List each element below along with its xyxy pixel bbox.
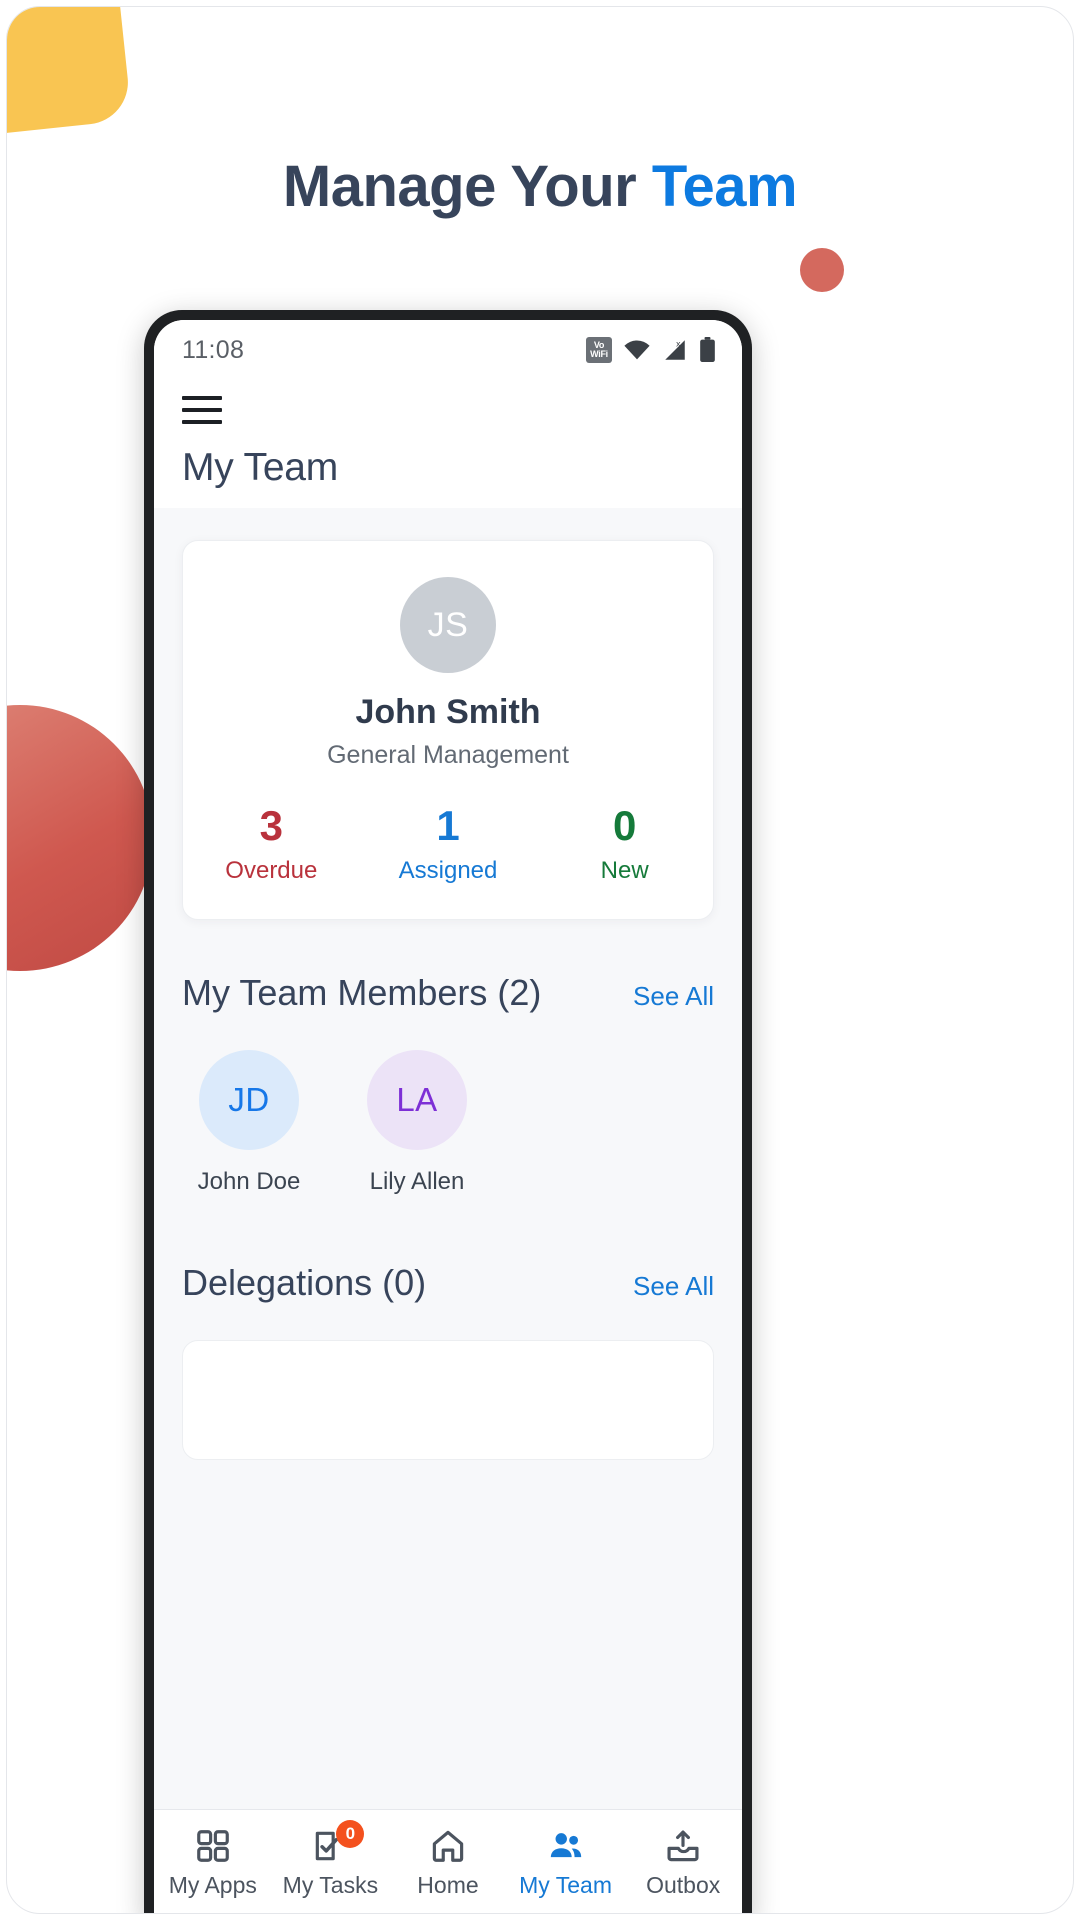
hamburger-line-3: [182, 420, 222, 424]
page-title: Manage Your Team: [7, 153, 1073, 220]
yellow-blob-decoration: [7, 7, 133, 138]
hamburger-line-2: [182, 408, 222, 412]
bottom-navigation-bar: My Apps 0 My Tasks Home My Team Outbox: [154, 1809, 742, 1913]
battery-icon: [700, 337, 715, 363]
status-bar: 11:08 Vo WiFi x: [154, 320, 742, 380]
delegations-empty-card: [182, 1340, 714, 1461]
checklist-icon: 0: [272, 1820, 390, 1868]
delegations-header: Delegations (0) See All: [182, 1262, 714, 1304]
stat-new-value: 0: [613, 802, 637, 849]
page-root: Manage Your Team 11:08 Vo WiFi x My Team…: [0, 0, 1080, 1920]
stat-assigned[interactable]: 1 Assigned: [360, 802, 537, 885]
grid-apps-icon: [154, 1824, 272, 1868]
nav-label: My Team: [519, 1872, 613, 1898]
phone-mockup: 11:08 Vo WiFi x My Team JS John Smith Ge…: [144, 310, 752, 1913]
delegations-title: Delegations (0): [182, 1262, 427, 1304]
status-badge: 0: [336, 1820, 365, 1848]
team-members-header: My Team Members (2) See All: [182, 972, 714, 1014]
avatar: LA: [367, 1050, 467, 1151]
stat-assigned-label: Assigned: [398, 857, 498, 885]
screen-content: JS John Smith General Management 3 Overd…: [154, 508, 742, 1913]
volte-wifi-icon: Vo WiFi: [586, 337, 612, 363]
nav-item-my-team[interactable]: My Team: [507, 1824, 625, 1899]
team-members-see-all-link[interactable]: See All: [633, 981, 714, 1012]
promo-frame: Manage Your Team 11:08 Vo WiFi x My Team…: [6, 6, 1074, 1914]
nav-item-my-apps[interactable]: My Apps: [154, 1824, 272, 1899]
stat-overdue[interactable]: 3 Overdue: [183, 802, 360, 885]
nav-label: Home: [417, 1872, 479, 1898]
nav-item-my-tasks[interactable]: 0 My Tasks: [272, 1820, 390, 1899]
app-bar-title: My Team: [182, 446, 339, 489]
red-circle-decoration: [7, 705, 153, 971]
list-item[interactable]: JD John Doe: [182, 1050, 316, 1196]
hamburger-line-1: [182, 396, 222, 400]
volte-line-2: WiFi: [590, 349, 608, 359]
profile-stats: 3 Overdue 1 Assigned 0 New: [183, 802, 713, 885]
svg-text:x: x: [676, 339, 681, 349]
headline-accent: Team: [651, 154, 798, 219]
delegations-see-all-link[interactable]: See All: [633, 1271, 714, 1302]
people-icon: [507, 1824, 625, 1868]
stat-overdue-value: 3: [259, 802, 284, 849]
nav-item-outbox[interactable]: Outbox: [624, 1824, 742, 1899]
hamburger-menu-icon[interactable]: [182, 396, 222, 424]
avatar: JS: [400, 577, 496, 673]
member-name: John Doe: [197, 1168, 301, 1196]
nav-label: My Apps: [168, 1872, 257, 1898]
stat-new-label: New: [600, 857, 649, 885]
app-bar: My Team: [154, 380, 742, 508]
signal-icon: x: [665, 339, 685, 360]
outbox-upload-icon: [624, 1824, 742, 1868]
red-dot-decoration: [800, 248, 844, 292]
stat-new[interactable]: 0 New: [536, 802, 713, 885]
team-members-title: My Team Members (2): [182, 972, 542, 1014]
nav-label: My Tasks: [282, 1872, 379, 1898]
list-item[interactable]: LA Lily Allen: [350, 1050, 484, 1196]
profile-role: General Management: [327, 741, 569, 769]
profile-card[interactable]: JS John Smith General Management 3 Overd…: [182, 540, 714, 921]
profile-name: John Smith: [355, 693, 541, 731]
stat-assigned-value: 1: [436, 802, 460, 849]
status-bar-icons: Vo WiFi x: [586, 337, 716, 363]
member-name: Lily Allen: [369, 1168, 465, 1196]
nav-label: Outbox: [646, 1872, 721, 1898]
avatar: JD: [199, 1050, 299, 1151]
headline-primary: Manage Your: [282, 154, 652, 219]
team-members-list: JD John Doe LA Lily Allen: [182, 1050, 742, 1196]
stat-overdue-label: Overdue: [225, 857, 318, 885]
home-icon: [389, 1824, 507, 1868]
status-bar-clock: 11:08: [182, 335, 245, 364]
nav-item-home[interactable]: Home: [389, 1824, 507, 1899]
phone-screen: 11:08 Vo WiFi x My Team JS John Smith Ge…: [154, 320, 742, 1913]
wifi-icon: [624, 340, 650, 360]
